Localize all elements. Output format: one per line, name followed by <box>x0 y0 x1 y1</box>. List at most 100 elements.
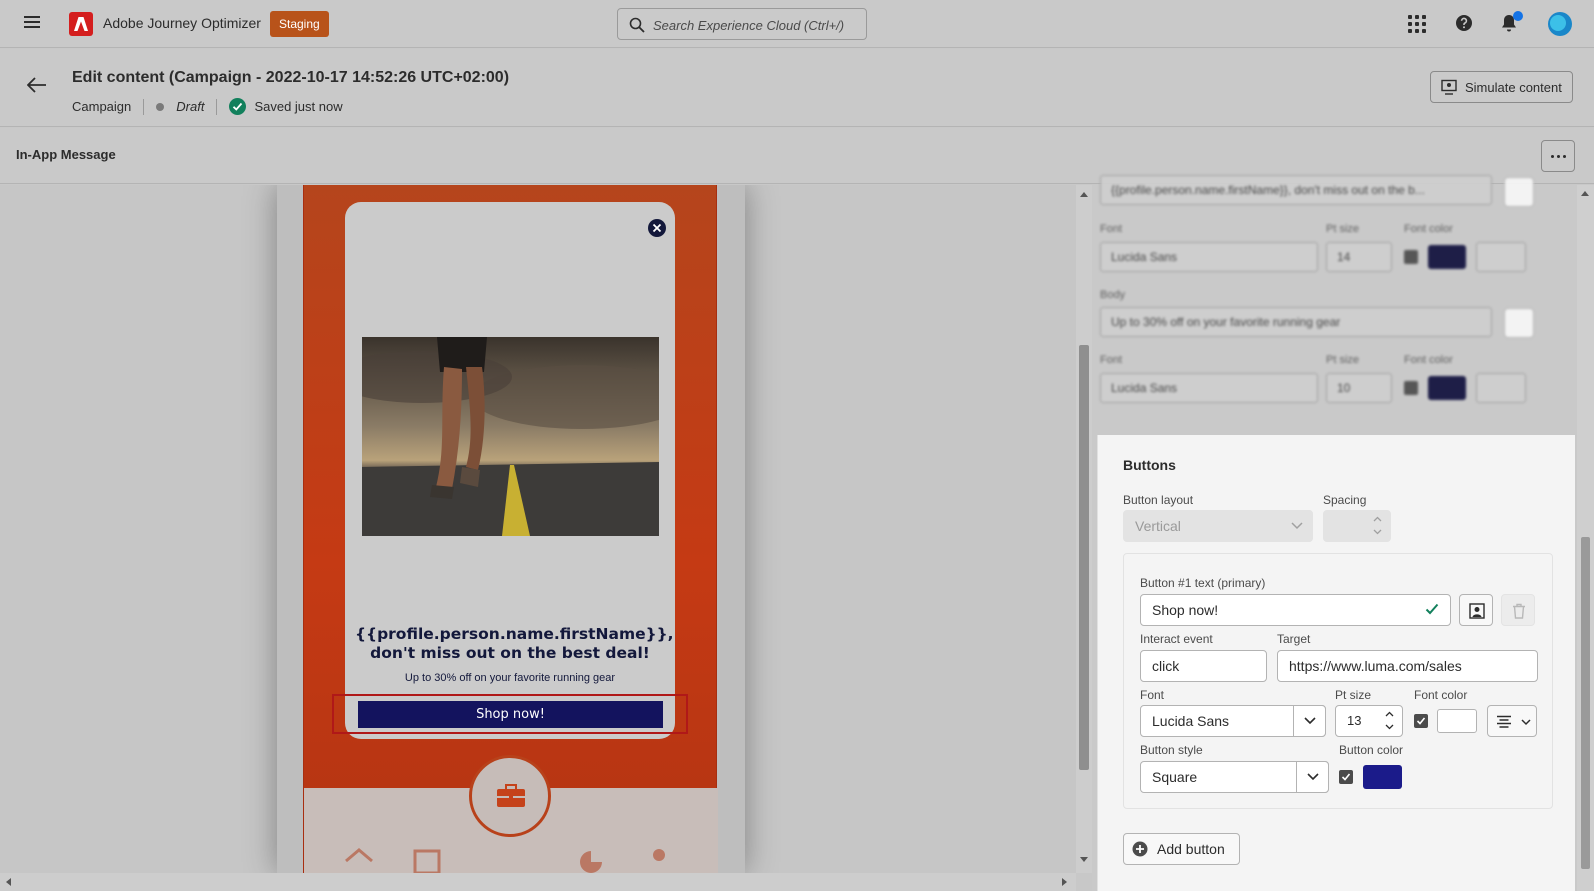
profile-icon <box>653 849 665 861</box>
button-1-card: Button #1 text (primary) Shop now! Inter… <box>1123 553 1553 809</box>
personalize-icon[interactable] <box>1504 308 1534 338</box>
button-color-label: Button color <box>1339 743 1404 757</box>
hero-image <box>362 337 659 536</box>
status-dot-icon <box>156 102 165 111</box>
chart-icon <box>580 851 602 873</box>
button-style-value: Square <box>1152 769 1198 785</box>
more-actions-button[interactable] <box>1541 140 1575 172</box>
page-header: Edit content (Campaign - 2022-10-17 14:5… <box>0 49 1594 127</box>
stepper-icon <box>1369 512 1387 540</box>
canvas-horizontal-scrollbar[interactable] <box>0 873 1076 891</box>
saved-check-icon <box>229 98 247 115</box>
app-fab <box>469 755 551 837</box>
body-align-button[interactable] <box>1476 373 1526 403</box>
search-box[interactable] <box>617 8 867 40</box>
personalize-icon[interactable] <box>1504 177 1534 207</box>
briefcase-icon <box>497 784 525 807</box>
channel-title: In-App Message <box>16 147 116 162</box>
body-font-select[interactable]: Lucida Sans <box>1100 373 1318 403</box>
body-color-checkbox[interactable] <box>1404 381 1418 395</box>
font-color-checkbox[interactable] <box>1414 714 1428 728</box>
button-layout-label: Button layout <box>1123 493 1194 507</box>
title-ptsize-input[interactable]: 14 <box>1326 242 1392 272</box>
button-style-select[interactable]: Square <box>1140 761 1329 793</box>
message-title: {{profile.person.name.firstName}}, don't… <box>355 625 674 662</box>
spacing-input <box>1323 510 1391 542</box>
trash-icon <box>1513 603 1525 619</box>
chevron-down-icon[interactable] <box>1293 705 1326 737</box>
saved-status: Saved just now <box>254 99 343 114</box>
simulate-content-button[interactable]: Simulate content <box>1430 71 1573 103</box>
status-badge: Draft <box>176 99 205 114</box>
list-icon <box>413 849 441 873</box>
avatar[interactable] <box>1548 12 1572 36</box>
title-color-swatch[interactable] <box>1428 245 1466 269</box>
shop-now-button[interactable]: Shop now! <box>358 701 663 728</box>
add-button[interactable]: Add button <box>1123 833 1240 865</box>
chevron-down-icon <box>1280 510 1313 542</box>
chevron-down-icon[interactable] <box>1296 761 1329 793</box>
ptsize-label: Pt size <box>1335 688 1372 702</box>
search-input[interactable] <box>653 15 858 35</box>
simulate-content-label: Simulate content <box>1465 79 1562 95</box>
app-title[interactable]: Adobe Journey Optimizer <box>103 15 261 31</box>
text-settings-section: {{profile.person.name.firstName}}, don't… <box>1092 175 1577 435</box>
campaign-type: Campaign <box>72 99 132 114</box>
text-align-button[interactable] <box>1487 705 1537 737</box>
body-field[interactable]: Up to 30% off on your favorite running g… <box>1100 307 1492 337</box>
button-layout-value: Vertical <box>1135 518 1181 534</box>
back-arrow-icon[interactable] <box>27 77 47 93</box>
button-color-swatch[interactable] <box>1363 765 1402 789</box>
preview-canvas: {{profile.person.name.firstName}}, don't… <box>0 185 1076 873</box>
notification-badge <box>1513 11 1523 21</box>
button-text-input[interactable]: Shop now! <box>1140 594 1451 626</box>
top-bar: Adobe Journey Optimizer Staging <box>0 0 1594 48</box>
button-color-checkbox[interactable] <box>1339 770 1353 784</box>
page-title: Edit content (Campaign - 2022-10-17 14:5… <box>72 69 510 86</box>
title-align-button[interactable] <box>1476 242 1526 272</box>
target-label: Target <box>1277 632 1311 646</box>
font-label: Font <box>1100 354 1123 366</box>
font-label: Font <box>1140 688 1165 702</box>
panel-scrollbar[interactable] <box>1577 185 1594 891</box>
title-font-select[interactable]: Lucida Sans <box>1100 242 1318 272</box>
fontcolor-label: Font color <box>1404 223 1453 235</box>
delete-button <box>1501 594 1535 626</box>
menu-icon[interactable] <box>24 16 40 30</box>
app-grid-icon[interactable] <box>1406 13 1428 35</box>
add-button-label: Add button <box>1157 841 1225 857</box>
target-url-input[interactable]: https://www.luma.com/sales <box>1277 650 1538 682</box>
title-color-checkbox[interactable] <box>1404 250 1418 264</box>
section-title: Buttons <box>1123 457 1176 473</box>
button-style-label: Button style <box>1140 743 1203 757</box>
font-value: Lucida Sans <box>1152 713 1230 729</box>
in-app-modal: {{profile.person.name.firstName}}, don't… <box>345 202 675 739</box>
canvas-vertical-scrollbar[interactable] <box>1076 185 1092 873</box>
divider <box>143 98 145 115</box>
environment-badge: Staging <box>270 11 329 37</box>
search-icon <box>629 17 645 33</box>
button-text-label: Button #1 text (primary) <box>1140 576 1266 590</box>
close-icon[interactable] <box>648 219 666 237</box>
buttons-section: Buttons Button layout Vertical Spacing B… <box>1097 435 1575 891</box>
ptsize-label: Pt size <box>1326 354 1360 366</box>
interact-event-label: Interact event <box>1140 632 1213 646</box>
help-icon[interactable] <box>1454 13 1476 35</box>
personalize-icon <box>1469 603 1485 619</box>
spacing-label: Spacing <box>1323 493 1367 507</box>
body-label: Body <box>1100 289 1126 301</box>
button-layout-select: Vertical <box>1123 510 1313 542</box>
personalize-button[interactable] <box>1459 594 1493 626</box>
adobe-logo-icon[interactable] <box>69 12 93 36</box>
font-color-swatch[interactable] <box>1437 709 1477 733</box>
body-color-swatch[interactable] <box>1428 376 1466 400</box>
stepper-icon[interactable] <box>1381 707 1399 735</box>
body-ptsize-input[interactable]: 10 <box>1326 373 1392 403</box>
font-select[interactable]: Lucida Sans <box>1140 705 1326 737</box>
ptsize-stepper[interactable]: 13 <box>1335 705 1403 737</box>
title-field[interactable]: {{profile.person.name.firstName}}, don't… <box>1100 175 1492 205</box>
interact-event-input[interactable]: click <box>1140 650 1267 682</box>
message-body: Up to 30% off on your favorite running g… <box>404 672 616 684</box>
ptsize-label: Pt size <box>1326 223 1360 235</box>
ptsize-value: 13 <box>1347 713 1362 728</box>
